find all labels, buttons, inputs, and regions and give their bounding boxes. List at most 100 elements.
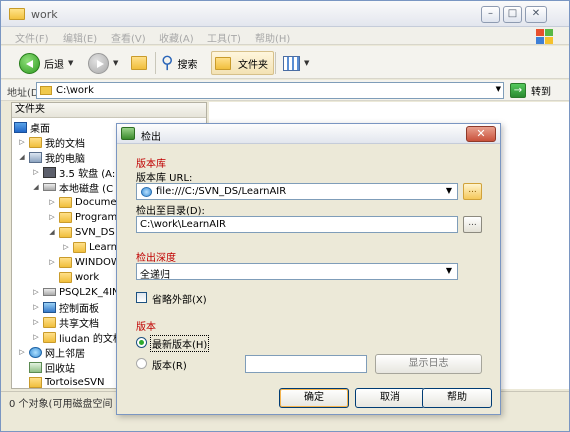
expand-icon[interactable]: ▷: [32, 288, 40, 296]
window-title: work: [31, 8, 58, 21]
tree-item-psql[interactable]: ▷ PSQL2K_4INI: [32, 285, 122, 299]
go-button[interactable]: → 转到: [510, 82, 551, 99]
floppy-icon: [43, 166, 56, 178]
chevron-down-icon[interactable]: ▼: [68, 59, 73, 67]
url-value: file:///C:/SVN_DS/LearnAIR: [156, 186, 287, 197]
folders-button[interactable]: 文件夹: [211, 51, 274, 75]
collapse-icon[interactable]: ◢: [18, 153, 26, 161]
menu-favorites[interactable]: 收藏(A): [159, 30, 194, 45]
up-folder-icon: [131, 56, 147, 70]
chevron-down-icon[interactable]: ▼: [446, 186, 452, 195]
chevron-down-icon[interactable]: ▼: [113, 59, 118, 67]
tree-item-learnair[interactable]: ▷ Learn: [62, 240, 117, 254]
expand-icon[interactable]: ▷: [18, 348, 26, 356]
title-bar[interactable]: work – □ ✕: [1, 1, 569, 27]
collapse-icon[interactable]: ◢: [48, 228, 56, 236]
directory-input[interactable]: C:\work\LearnAIR: [136, 216, 458, 233]
depth-select[interactable]: 全递归 ▼: [136, 263, 458, 281]
tree-item-recycle-bin[interactable]: 回收站: [18, 360, 75, 375]
tree-item-label: Program: [75, 211, 118, 223]
expand-icon[interactable]: ▷: [48, 213, 56, 221]
status-text: 0 个对象(可用磁盘空间: [9, 399, 113, 410]
chevron-down-icon[interactable]: ▼: [496, 85, 501, 93]
address-value: C:\work: [56, 85, 94, 96]
expand-icon[interactable]: ▷: [32, 318, 40, 326]
maximize-button[interactable]: □: [503, 6, 522, 23]
dialog-title-bar[interactable]: 检出 ✕: [117, 124, 500, 144]
folders-label: 文件夹: [238, 59, 268, 71]
expand-icon[interactable]: ▷: [48, 258, 56, 266]
expand-icon[interactable]: ▷: [32, 168, 40, 176]
tree-item-work[interactable]: work: [48, 270, 99, 284]
folder-icon: [59, 196, 72, 208]
cancel-button[interactable]: 取消: [355, 388, 425, 408]
expand-icon[interactable]: ▷: [18, 138, 26, 146]
folder-icon: [43, 316, 56, 328]
expand-icon[interactable]: ▷: [32, 333, 40, 341]
directory-label: 检出至目录(D):: [136, 206, 205, 217]
expand-icon[interactable]: ▷: [32, 303, 40, 311]
back-button[interactable]: 后退 ▼: [19, 51, 73, 75]
collapse-icon[interactable]: ◢: [32, 183, 40, 191]
toolbar-separator: [155, 52, 156, 74]
tree-item-label: 网上邻居: [45, 348, 85, 360]
tree-item-tortoisesvn[interactable]: TortoiseSVN: [18, 375, 105, 388]
menu-edit[interactable]: 编辑(E): [63, 30, 97, 45]
omit-externals-checkbox[interactable]: [136, 292, 147, 303]
computer-icon: [29, 151, 42, 163]
browse-directory-button[interactable]: ...: [463, 216, 482, 233]
url-combobox[interactable]: file:///C:/SVN_DS/LearnAIR ▼: [136, 183, 458, 200]
tree-item-liudan-documents[interactable]: ▷ liudan 的文档: [32, 330, 123, 345]
tree-item-label: SVN_DS: [75, 226, 115, 238]
browse-url-button[interactable]: ...: [463, 183, 482, 200]
tree-item-control-panel[interactable]: ▷ 控制面板: [32, 300, 99, 315]
tortoisesvn-checkout-icon: [121, 127, 135, 140]
folder-icon: [43, 331, 56, 343]
tree-item-local-disk-c[interactable]: ◢ 本地磁盘 (C: [32, 180, 113, 195]
tree-item-network[interactable]: ▷ 网上邻居: [18, 345, 85, 360]
head-revision-label: 最新版本(H): [150, 335, 210, 352]
help-button[interactable]: 帮助: [422, 388, 492, 408]
folder-icon: [29, 136, 42, 148]
forward-button[interactable]: ▼: [88, 51, 118, 75]
menu-view[interactable]: 查看(V): [111, 30, 146, 45]
menu-file[interactable]: 文件(F): [15, 30, 49, 45]
chevron-down-icon[interactable]: ▼: [304, 59, 309, 67]
chevron-down-icon[interactable]: ▼: [446, 266, 452, 275]
ok-button[interactable]: 确定: [279, 388, 349, 408]
show-log-button[interactable]: 显示日志: [375, 354, 482, 374]
tree-item-floppy[interactable]: ▷ 3.5 软盘 (A:): [32, 165, 119, 180]
expand-icon[interactable]: ▷: [62, 243, 70, 251]
dialog-close-button[interactable]: ✕: [466, 126, 496, 142]
tree-item-windows[interactable]: ▷ WINDOW: [48, 255, 121, 269]
drive-icon: [43, 183, 56, 191]
tree-item-label: 桌面: [30, 123, 50, 135]
close-button[interactable]: ✕: [525, 6, 547, 23]
tree-item-my-computer[interactable]: ◢ 我的电脑: [18, 150, 85, 165]
tree-item-desktop[interactable]: 桌面: [14, 120, 50, 135]
minimize-button[interactable]: –: [481, 6, 500, 23]
tree-item-label: Learn: [89, 241, 117, 253]
menu-tools[interactable]: 工具(T): [207, 30, 241, 45]
tree-item-documents[interactable]: ▷ Documen: [48, 195, 123, 209]
head-revision-radio[interactable]: [136, 337, 147, 348]
depth-section-label: 检出深度: [136, 253, 176, 264]
revision-radio[interactable]: [136, 358, 147, 369]
menu-help[interactable]: 帮助(H): [255, 30, 290, 45]
tree-item-label: 共享文档: [59, 318, 99, 330]
search-icon: ⚲: [161, 53, 174, 73]
directory-value: C:\work\LearnAIR: [140, 219, 226, 230]
tree-item-svn-ds[interactable]: ◢ SVN_DS: [48, 225, 115, 239]
go-arrow-icon: →: [510, 83, 526, 98]
tree-item-label: TortoiseSVN: [45, 376, 105, 388]
tree-item-program-files[interactable]: ▷ Program: [48, 210, 117, 224]
expand-icon[interactable]: ▷: [48, 198, 56, 206]
up-folder-button[interactable]: [131, 51, 150, 75]
search-button[interactable]: ⚲ 搜索: [161, 51, 197, 75]
views-button[interactable]: ▼: [283, 51, 309, 75]
tree-item-label: 回收站: [45, 363, 75, 375]
tree-item-shared-documents[interactable]: ▷ 共享文档: [32, 315, 99, 330]
revision-input[interactable]: [245, 355, 367, 373]
address-input[interactable]: C:\work ▼: [36, 82, 504, 99]
tree-item-my-documents[interactable]: ▷ 我的文档: [18, 135, 85, 150]
